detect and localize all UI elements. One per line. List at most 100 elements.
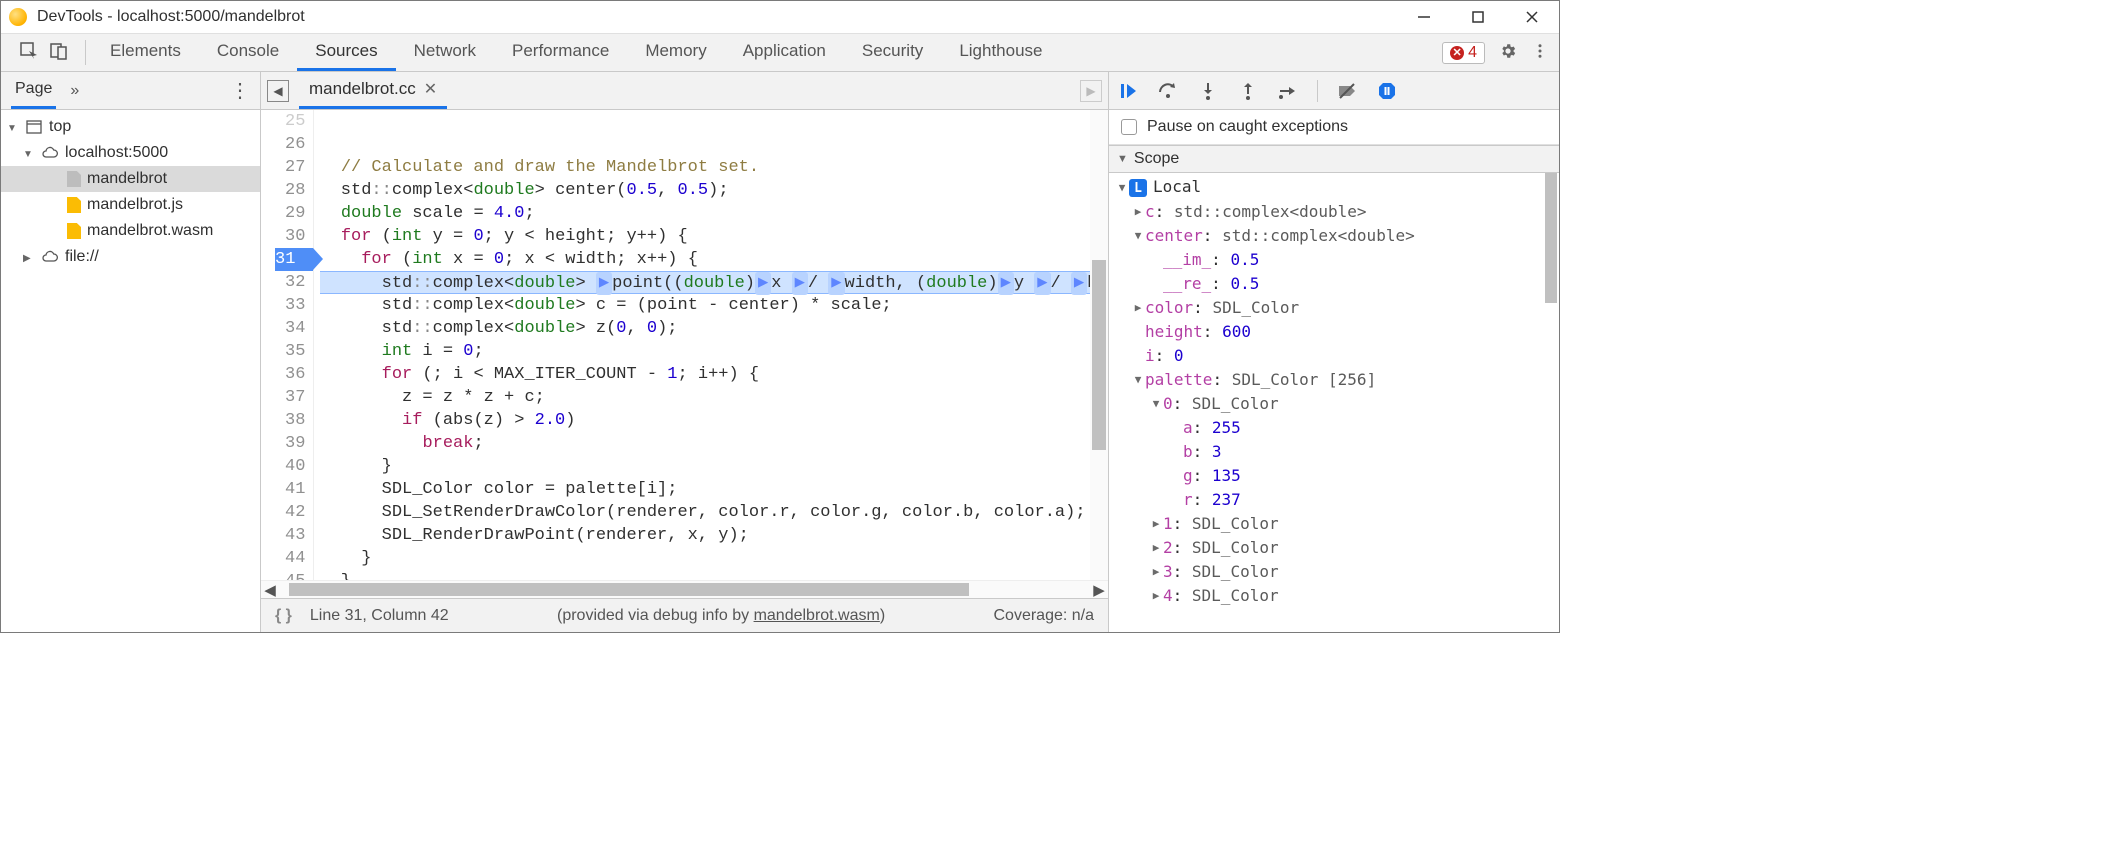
code-line[interactable]: for (; i < MAX_ITER_COUNT - 1; i++) { xyxy=(320,363,1108,386)
pause-on-caught-row[interactable]: Pause on caught exceptions xyxy=(1109,110,1559,145)
line-number-gutter[interactable]: 2526272829303132333435363738394041424344… xyxy=(261,110,314,580)
editor-file-tab[interactable]: mandelbrot.cc ✕ xyxy=(299,72,447,109)
scope-row[interactable]: __re_: 0.5 xyxy=(1109,271,1559,295)
code-line[interactable]: } xyxy=(320,547,1108,570)
code-body[interactable]: // Calculate and draw the Mandelbrot set… xyxy=(314,110,1108,580)
tree-host[interactable]: localhost:5000 xyxy=(1,140,260,166)
main-tab-memory[interactable]: Memory xyxy=(627,34,724,71)
tree-file-mandelbrot-js[interactable]: mandelbrot.js xyxy=(1,192,260,218)
scope-row[interactable]: ▶c: std::complex<double> xyxy=(1109,199,1559,223)
scope-tree[interactable]: ▼LLocal▶c: std::complex<double>▼center: … xyxy=(1109,173,1559,632)
tree-file-mandelbrot-wasm[interactable]: mandelbrot.wasm xyxy=(1,218,260,244)
code-line[interactable]: if (abs(z) > 2.0) xyxy=(320,409,1108,432)
more-menu-icon[interactable] xyxy=(1531,42,1549,64)
scope-row[interactable]: ▼0: SDL_Color xyxy=(1109,391,1559,415)
tree-file-label: mandelbrot.wasm xyxy=(87,222,213,240)
scope-row[interactable]: ▼center: std::complex<double> xyxy=(1109,223,1559,247)
scope-row[interactable]: ▼palette: SDL_Color [256] xyxy=(1109,367,1559,391)
scope-row[interactable]: ▼LLocal xyxy=(1109,175,1559,199)
code-line[interactable]: SDL_Color color = palette[i]; xyxy=(320,478,1108,501)
navigator-header: Page » ⋮ xyxy=(1,72,260,110)
close-button[interactable] xyxy=(1519,4,1545,30)
code-line[interactable]: z = z * z + c; xyxy=(320,386,1108,409)
pause-on-caught-checkbox[interactable] xyxy=(1121,119,1137,135)
scope-section-header[interactable]: ▼ Scope xyxy=(1109,145,1559,173)
hscroll-left-arrow-icon[interactable]: ◀ xyxy=(261,581,279,598)
settings-gear-icon[interactable] xyxy=(1499,42,1517,64)
tree-top-label: top xyxy=(49,118,71,136)
main-tab-performance[interactable]: Performance xyxy=(494,34,627,71)
step-out-icon[interactable] xyxy=(1237,80,1259,102)
main-tab-sources[interactable]: Sources xyxy=(297,34,395,71)
code-line[interactable]: break; xyxy=(320,432,1108,455)
nav-back-icon[interactable]: ◀ xyxy=(267,80,289,102)
main-tab-elements[interactable]: Elements xyxy=(92,34,199,71)
scope-row[interactable]: g: 135 xyxy=(1109,463,1559,487)
scope-row[interactable]: ▶color: SDL_Color xyxy=(1109,295,1559,319)
device-toolbar-icon[interactable] xyxy=(49,41,69,65)
code-line[interactable]: int i = 0; xyxy=(320,340,1108,363)
main-tab-security[interactable]: Security xyxy=(844,34,941,71)
file-icon xyxy=(67,197,81,213)
scope-row[interactable]: ▶3: SDL_Color xyxy=(1109,559,1559,583)
code-line[interactable]: SDL_SetRenderDrawColor(renderer, color.r… xyxy=(320,501,1108,524)
code-line[interactable]: SDL_RenderDrawPoint(renderer, x, y); xyxy=(320,524,1108,547)
code-editor[interactable]: 2526272829303132333435363738394041424344… xyxy=(261,110,1108,580)
code-line[interactable]: } xyxy=(320,455,1108,478)
error-count-badge[interactable]: ✕ 4 xyxy=(1442,42,1485,64)
code-line[interactable]: for (int x = 0; x < width; x++) { xyxy=(320,248,1108,271)
code-line[interactable]: // Calculate and draw the Mandelbrot set… xyxy=(320,156,1108,179)
code-line[interactable]: } xyxy=(320,570,1108,580)
main-tab-application[interactable]: Application xyxy=(725,34,844,71)
main-tab-lighthouse[interactable]: Lighthouse xyxy=(941,34,1060,71)
tree-file-label: mandelbrot.js xyxy=(87,196,183,214)
main-tab-console[interactable]: Console xyxy=(199,34,297,71)
navigator-more-tabs-icon[interactable]: » xyxy=(70,82,79,100)
file-icon xyxy=(67,171,81,187)
main-tab-network[interactable]: Network xyxy=(396,34,494,71)
scope-row[interactable]: ▶1: SDL_Color xyxy=(1109,511,1559,535)
inspect-element-icon[interactable] xyxy=(19,41,39,65)
scope-row[interactable]: a: 255 xyxy=(1109,415,1559,439)
devtools-app-icon xyxy=(9,8,27,26)
pause-on-exceptions-icon[interactable] xyxy=(1376,80,1398,102)
nav-forward-icon[interactable]: ▶ xyxy=(1080,80,1102,102)
step-into-icon[interactable] xyxy=(1197,80,1219,102)
close-tab-icon[interactable]: ✕ xyxy=(424,79,437,99)
scope-row[interactable]: i: 0 xyxy=(1109,343,1559,367)
step-over-icon[interactable] xyxy=(1157,80,1179,102)
code-line[interactable]: double scale = 4.0; xyxy=(320,202,1108,225)
hscroll-right-arrow-icon[interactable]: ▶ xyxy=(1090,581,1108,598)
deactivate-breakpoints-icon[interactable] xyxy=(1336,80,1358,102)
pretty-print-icon[interactable]: { } xyxy=(275,607,292,625)
error-icon: ✕ xyxy=(1450,46,1464,60)
navigator-pane: Page » ⋮ top localhost:5000 mandelbrot m… xyxy=(1,72,261,632)
tree-file-scheme[interactable]: file:// xyxy=(1,244,260,270)
minimize-button[interactable] xyxy=(1411,4,1437,30)
titlebar: DevTools - localhost:5000/mandelbrot xyxy=(1,1,1559,34)
navigator-tab-page[interactable]: Page xyxy=(11,80,56,109)
step-icon[interactable] xyxy=(1277,80,1299,102)
maximize-button[interactable] xyxy=(1465,4,1491,30)
cloud-icon xyxy=(41,144,59,162)
scope-row[interactable]: ▶4: SDL_Color xyxy=(1109,583,1559,607)
editor-vscrollbar[interactable] xyxy=(1090,110,1108,580)
scope-vscrollbar[interactable] xyxy=(1543,173,1559,632)
code-line[interactable]: for (int y = 0; y < height; y++) { xyxy=(320,225,1108,248)
tree-top[interactable]: top xyxy=(1,114,260,140)
debug-info-source-link[interactable]: mandelbrot.wasm xyxy=(754,607,880,624)
scope-row[interactable]: r: 237 xyxy=(1109,487,1559,511)
scope-row[interactable]: __im_: 0.5 xyxy=(1109,247,1559,271)
code-line[interactable]: std::complex<double> center(0.5, 0.5); xyxy=(320,179,1108,202)
code-line[interactable]: std::complex<double> c = (point - center… xyxy=(320,294,1108,317)
code-line[interactable]: std::complex<double> ▶point((double)▶x ▶… xyxy=(320,271,1108,294)
scope-section-title: Scope xyxy=(1134,150,1179,168)
scope-row[interactable]: ▶2: SDL_Color xyxy=(1109,535,1559,559)
scope-row[interactable]: b: 3 xyxy=(1109,439,1559,463)
scope-row[interactable]: height: 600 xyxy=(1109,319,1559,343)
navigator-kebab-icon[interactable]: ⋮ xyxy=(230,78,250,103)
editor-hscrollbar[interactable]: ◀ ▶ xyxy=(261,580,1108,598)
code-line[interactable]: std::complex<double> z(0, 0); xyxy=(320,317,1108,340)
resume-script-icon[interactable] xyxy=(1117,80,1139,102)
tree-file-mandelbrot[interactable]: mandelbrot xyxy=(1,166,260,192)
